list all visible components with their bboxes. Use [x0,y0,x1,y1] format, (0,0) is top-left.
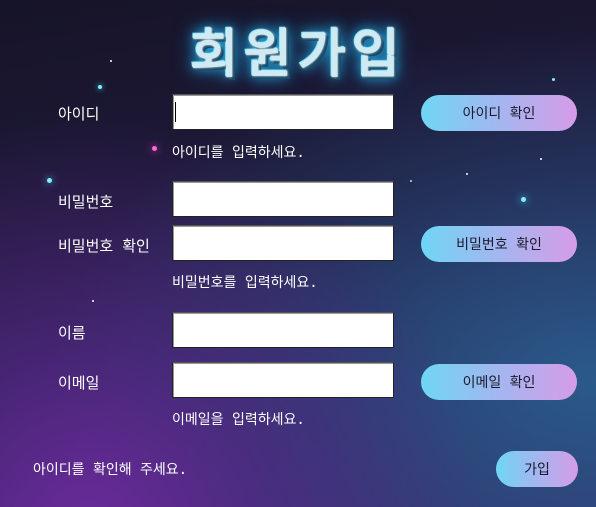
star-decoration [410,180,412,182]
status-message: 아이디를 확인해 주세요. [33,462,188,478]
check-id-button[interactable]: 아이디 확인 [421,95,577,131]
check-email-button[interactable]: 이메일 확인 [421,364,577,400]
star-decoration [521,197,526,202]
password-confirm-label: 비밀번호 확인 [58,237,150,255]
text-caret [175,102,176,122]
page-title: 회원가입 [190,25,406,85]
password-confirm-input[interactable] [172,225,394,261]
star-decoration [540,158,542,160]
email-input[interactable] [172,362,394,398]
star-decoration [152,146,157,151]
password-input[interactable] [172,181,394,217]
check-password-button[interactable]: 비밀번호 확인 [421,226,577,262]
password-label: 비밀번호 [58,193,114,211]
name-label: 이름 [58,324,86,342]
email-label: 이메일 [58,374,100,392]
star-decoration [466,173,468,175]
id-label: 아이디 [58,105,100,123]
submit-button[interactable]: 가입 [496,451,578,487]
password-hint: 비밀번호를 입력하세요. [172,275,318,291]
id-input[interactable] [172,94,394,130]
star-decoration [47,178,52,183]
star-decoration [92,300,94,302]
email-hint: 이메일을 입력하세요. [172,412,305,428]
name-input[interactable] [172,312,394,348]
id-hint: 아이디를 입력하세요. [172,145,305,161]
